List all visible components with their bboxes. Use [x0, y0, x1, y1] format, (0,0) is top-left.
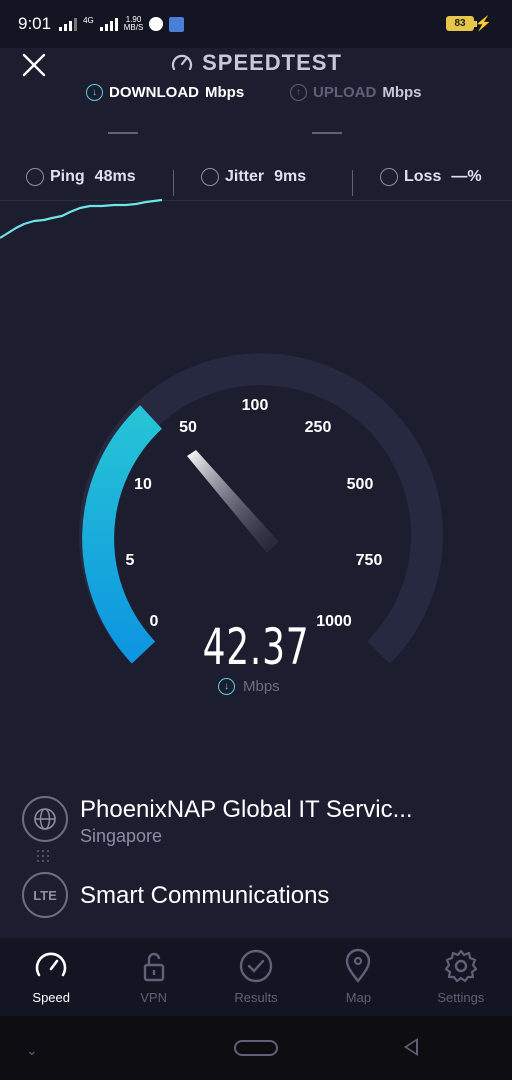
app-header: SPEEDTEST	[0, 48, 512, 80]
status-bar: 9:01 4G 1.90 MB/S 83 ⚡	[0, 0, 512, 48]
nav-down-icon[interactable]: ⌄	[26, 1042, 38, 1059]
tab-label: Speed	[32, 990, 70, 1005]
download-label: DOWNLOAD	[109, 84, 199, 101]
nav-home-button[interactable]	[234, 1040, 278, 1056]
upload-value-placeholder	[312, 132, 342, 134]
loss-icon	[380, 168, 398, 186]
tick-label: 750	[356, 552, 383, 569]
isp-info: LTE Smart Communications	[22, 872, 492, 922]
download-arrow-icon: ↓	[86, 84, 103, 101]
speed-unit-label: Mbps	[243, 678, 280, 695]
metric-divider	[352, 170, 353, 196]
tick-label: 50	[179, 419, 197, 436]
upload-arrow-icon: ↑	[290, 84, 307, 101]
metrics-row: Ping 48ms Jitter 9ms Loss —%	[0, 168, 512, 198]
upload-indicator: ↑ UPLOAD Mbps	[290, 84, 422, 101]
server-selector[interactable]: PhoenixNAP Global IT Servic... Singapore	[22, 796, 492, 846]
speed-unit: ↓ Mbps	[218, 678, 280, 695]
download-arrow-icon: ↓	[218, 678, 235, 695]
speedtest-logo-icon	[172, 54, 193, 71]
isp-name: Smart Communications	[80, 882, 330, 909]
loss-label: Loss	[404, 168, 442, 185]
loss-value: —%	[451, 168, 482, 185]
tick-label: 5	[126, 552, 135, 569]
speedometer-icon	[35, 952, 67, 977]
download-value-placeholder	[108, 132, 138, 134]
ping-icon	[26, 168, 44, 186]
status-icons: 4G 1.90 MB/S	[59, 15, 185, 33]
current-speed-value: 42.37	[202, 618, 310, 676]
jitter-value: 9ms	[274, 168, 307, 185]
battery-icon: 83	[446, 16, 477, 31]
tab-speed[interactable]: Speed	[0, 938, 102, 1016]
speedtest-notification-icon	[169, 16, 185, 32]
jitter-icon	[201, 168, 219, 186]
signal-icon	[59, 17, 78, 31]
tab-label: Map	[345, 990, 372, 1005]
bottom-tab-bar: Speed VPN Results Map Settings	[0, 938, 512, 1016]
check-circle-icon	[239, 949, 273, 983]
lte-icon: LTE	[22, 872, 68, 918]
tick-label: 100	[242, 397, 269, 414]
globe-icon	[22, 796, 68, 842]
jitter-label: Jitter	[225, 168, 265, 185]
upload-label: UPLOAD	[313, 84, 377, 101]
signal-icon-2	[99, 17, 118, 31]
tab-label: Results	[234, 990, 278, 1005]
tab-label: Settings	[437, 990, 485, 1005]
title-wrap: SPEEDTEST	[0, 50, 512, 76]
download-indicator: ↓ DOWNLOAD Mbps	[86, 84, 244, 101]
app-notification-icon	[149, 17, 164, 31]
gauge-needle	[187, 450, 279, 553]
charging-icon: ⚡	[474, 15, 492, 31]
page-title: SPEEDTEST	[202, 50, 342, 75]
network-type: 4G	[83, 15, 94, 25]
mode-indicators: ↓ DOWNLOAD Mbps ↑ UPLOAD Mbps	[0, 84, 512, 108]
tab-settings[interactable]: Settings	[410, 938, 512, 1016]
unlock-icon	[143, 952, 164, 982]
tab-vpn[interactable]: VPN	[102, 938, 204, 1016]
tick-label: 250	[305, 419, 332, 436]
map-pin-icon	[346, 948, 371, 983]
ping-label: Ping	[50, 168, 85, 185]
tab-map[interactable]: Map	[307, 938, 409, 1016]
metric-divider	[173, 170, 174, 196]
net-speed: 1.90 MB/S	[124, 16, 144, 32]
tick-label: 500	[347, 476, 374, 493]
upload-unit: Mbps	[382, 84, 422, 101]
system-nav-bar: ⌄	[0, 1016, 512, 1080]
download-unit: Mbps	[205, 84, 245, 101]
server-location: Singapore	[80, 826, 163, 846]
speed-graph	[0, 198, 163, 239]
tick-label: 10	[134, 476, 152, 493]
nav-back-button[interactable]	[404, 1038, 418, 1056]
net-speed-unit: MB/S	[123, 23, 144, 32]
jitter-metric: Jitter 9ms	[201, 168, 306, 186]
tab-results[interactable]: Results	[205, 938, 307, 1016]
tab-label: VPN	[140, 990, 167, 1005]
server-name: PhoenixNAP Global IT Servic...	[80, 796, 413, 823]
ping-metric: Ping 48ms	[26, 168, 136, 186]
gear-icon	[444, 949, 477, 983]
connection-dots-icon	[37, 850, 53, 864]
loss-metric: Loss —%	[380, 168, 482, 186]
ping-value: 48ms	[94, 168, 136, 185]
status-time: 9:01	[18, 14, 52, 33]
